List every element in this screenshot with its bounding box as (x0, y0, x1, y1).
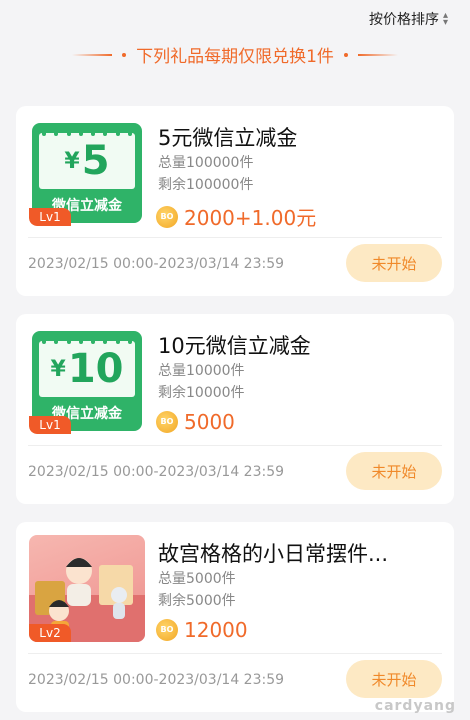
gift-title: 10元微信立减金 (158, 334, 311, 358)
gift-remaining-stock: 剩余100000件 (158, 177, 254, 193)
gift-price: BO 2000+1.00元 (156, 202, 316, 231)
divider-line-left (72, 53, 113, 56)
gift-total-stock: 总量10000件 (158, 363, 245, 379)
gift-card[interactable]: ¥5 微信立减金 Lv1 5元微信立减金 总量100000件 剩余100000件… (16, 106, 454, 296)
exchange-period: 2023/02/15 00:00-2023/03/14 23:59 (28, 256, 285, 272)
exchange-period: 2023/02/15 00:00-2023/03/14 23:59 (28, 672, 285, 688)
exchange-limit-notice: 下列礼品每期仅限兑换1件 (0, 42, 470, 67)
gift-title: 故宫格格的小日常摆件... (158, 542, 389, 566)
not-started-button[interactable]: 未开始 (346, 244, 442, 282)
coin-icon: BO (156, 619, 178, 641)
coupon-amount: ¥10 (50, 346, 124, 392)
sort-label: 按价格排序 (368, 12, 439, 28)
gift-thumbnail: Lv2 (29, 535, 145, 642)
gift-total-stock: 总量100000件 (158, 155, 254, 171)
sort-by-price-button[interactable]: 按价格排序 ▴ ▾ (369, 8, 448, 30)
sort-updown-icon: ▴ ▾ (442, 10, 448, 28)
gift-card[interactable]: Lv2 故宫格格的小日常摆件... 总量5000件 剩余5000件 BO 120… (16, 522, 454, 712)
gift-thumbnail: ¥10 微信立减金 Lv1 (29, 327, 145, 434)
gift-card[interactable]: ¥10 微信立减金 Lv1 10元微信立减金 总量10000件 剩余10000件… (16, 314, 454, 504)
gift-price: BO 12000 (156, 618, 248, 642)
level-badge: Lv1 (29, 208, 71, 226)
card-divider (28, 653, 442, 654)
exchange-limit-text: 下列礼品每期仅限兑换1件 (136, 47, 334, 67)
not-started-button[interactable]: 未开始 (346, 452, 442, 490)
divider-line-right (357, 53, 398, 56)
divider-dot-right (343, 52, 348, 57)
price-value: 5000 (184, 410, 235, 434)
gift-remaining-stock: 剩余10000件 (158, 385, 245, 401)
gift-total-stock: 总量5000件 (158, 571, 236, 587)
price-value: 12000 (184, 618, 248, 642)
coin-icon: BO (156, 205, 178, 228)
coupon-amount: ¥5 (64, 138, 110, 184)
exchange-period: 2023/02/15 00:00-2023/03/14 23:59 (28, 464, 285, 480)
level-badge: Lv2 (29, 624, 71, 642)
not-started-button[interactable]: 未开始 (346, 660, 442, 698)
divider-dot-left (122, 52, 127, 57)
card-divider (28, 445, 442, 446)
gift-title: 5元微信立减金 (158, 126, 298, 150)
watermark: cardyang (374, 698, 456, 714)
gift-price: BO 5000 (156, 410, 235, 434)
level-badge: Lv1 (29, 416, 71, 434)
coin-icon: BO (156, 411, 178, 433)
card-divider (28, 237, 442, 238)
gift-remaining-stock: 剩余5000件 (158, 593, 236, 609)
gift-thumbnail: ¥5 微信立减金 Lv1 (29, 119, 145, 226)
price-value: 2000+1.00元 (184, 206, 317, 230)
